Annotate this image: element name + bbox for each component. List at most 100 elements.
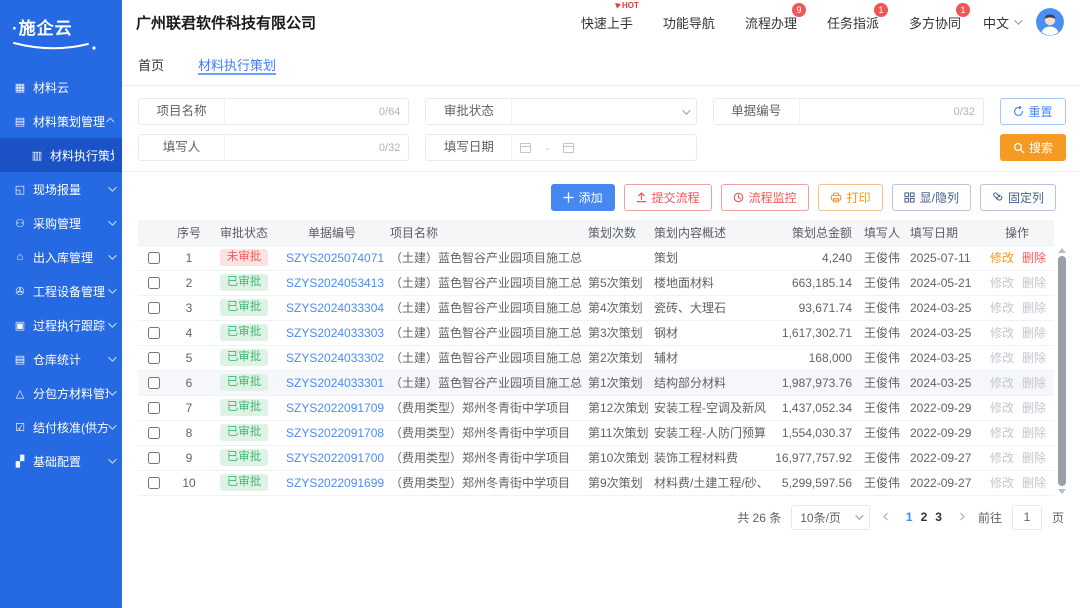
tab-active[interactable]: 材料执行策划 [198,44,276,85]
approval-status-select[interactable] [512,99,695,124]
tab-bar: 首页材料执行策划 [122,44,1080,86]
sidebar-item-purchase[interactable]: ⚇采购管理 [0,206,122,240]
nav-item[interactable]: 功能导航 [663,13,715,32]
row-amount: 1,987,973.76 [766,370,858,395]
char-counter: 0/64 [379,106,400,118]
row-checkbox[interactable] [148,252,160,264]
goto-page-input[interactable] [1012,505,1042,530]
language-switcher[interactable]: 中文 [983,13,1020,32]
nav-item[interactable]: 流程办理9 [745,13,797,32]
row-checkbox[interactable] [148,452,160,464]
user-avatar[interactable] [1036,8,1064,36]
scroll-down-icon[interactable] [1058,489,1066,494]
search-button[interactable]: 搜索 [1000,134,1066,161]
delete-action[interactable]: 删除 [1022,276,1046,290]
print-button[interactable]: 打印 [818,184,883,211]
page-number-3[interactable]: 3 [931,510,946,524]
document-number-link[interactable]: SZYS2024033302 [286,351,384,365]
sidebar-item-approve[interactable]: ☑结付核准(供方报) [0,410,122,444]
tab-item[interactable]: 首页 [138,44,164,85]
edit-action[interactable]: 修改 [990,451,1014,465]
sidebar-item-equipment[interactable]: ✇工程设备管理 [0,274,122,308]
writer-field[interactable]: 填写人 0/32 [138,134,409,161]
project-name-input[interactable]: 0/64 [225,99,408,124]
row-checkbox[interactable] [148,427,160,439]
reset-icon [1013,106,1024,117]
document-number-link[interactable]: SZYS2022091709 [286,401,384,415]
sidebar-item-warehouse[interactable]: ⌂出入库管理 [0,240,122,274]
delete-action[interactable]: 删除 [1022,476,1046,490]
document-number-link[interactable]: SZYS2025074071 [286,251,384,265]
row-status-cell: 已审批 [208,320,280,345]
sidebar-item-doc[interactable]: ▥材料执行策划 [0,138,122,172]
row-checkbox[interactable] [148,302,160,314]
nav-item[interactable]: 多方协同1 [909,13,961,32]
document-number-link[interactable]: SZYS2022091699 [286,476,384,490]
page-size-select[interactable]: 10条/页 [791,505,870,530]
document-number-link[interactable]: SZYS2024033304 [286,301,384,315]
row-checkbox[interactable] [148,277,160,289]
document-number-link[interactable]: SZYS2022091700 [286,451,384,465]
col-actions: 操作 [980,220,1054,245]
next-page-button[interactable] [956,510,968,524]
sidebar-item-stats[interactable]: ▤仓库统计 [0,342,122,376]
delete-action[interactable]: 删除 [1022,401,1046,415]
edit-action[interactable]: 修改 [990,351,1014,365]
submit-process-button[interactable]: 提交流程 [624,184,712,211]
sidebar-item-grid[interactable]: ▦材料云 [0,70,122,104]
document-number-link[interactable]: SZYS2022091708 [286,426,384,440]
document-number-input[interactable]: 0/32 [800,99,983,124]
process-monitor-button[interactable]: 流程监控 [721,184,809,211]
row-date: 2022-09-29 [904,420,980,445]
document-number-link[interactable]: SZYS2024033301 [286,376,384,390]
delete-action[interactable]: 删除 [1022,251,1046,265]
project-name-field[interactable]: 项目名称 0/64 [138,98,409,125]
nav-item[interactable]: 快速上手HOT [581,13,633,32]
document-number-field[interactable]: 单据编号 0/32 [713,98,984,125]
row-date: 2024-03-25 [904,320,980,345]
document-number-link[interactable]: SZYS2024053413 [286,276,384,290]
vertical-scrollbar[interactable] [1057,248,1066,494]
page-number-1[interactable]: 1 [902,510,917,524]
row-checkbox[interactable] [148,377,160,389]
delete-action[interactable]: 删除 [1022,351,1046,365]
pin-columns-button[interactable]: 固定列 [980,184,1056,211]
edit-action[interactable]: 修改 [990,426,1014,440]
edit-action[interactable]: 修改 [990,251,1014,265]
fill-date-range[interactable]: - [512,135,695,160]
nav-item[interactable]: 任务指派1 [827,13,879,32]
edit-action[interactable]: 修改 [990,376,1014,390]
approval-status-field[interactable]: 审批状态 [425,98,696,125]
show-hide-columns-button[interactable]: 显/隐列 [892,184,971,211]
main-area: 广州联君软件科技有限公司 快速上手HOT功能导航流程办理9任务指派1多方协同1 … [122,0,1080,608]
scrollbar-thumb[interactable] [1058,256,1066,486]
edit-action[interactable]: 修改 [990,276,1014,290]
grid-icon: ▦ [13,81,27,94]
edit-action[interactable]: 修改 [990,476,1014,490]
delete-action[interactable]: 删除 [1022,301,1046,315]
prev-page-button[interactable] [880,510,892,524]
delete-action[interactable]: 删除 [1022,376,1046,390]
edit-action[interactable]: 修改 [990,401,1014,415]
sidebar-item-track[interactable]: ▣过程执行跟踪 [0,308,122,342]
page-number-2[interactable]: 2 [917,510,932,524]
sidebar-item-plan[interactable]: ▤材料策划管理 [0,104,122,138]
sidebar-item-subcontract[interactable]: △分包方材料管理 [0,376,122,410]
row-checkbox[interactable] [148,327,160,339]
scroll-up-icon[interactable] [1058,248,1066,253]
row-checkbox[interactable] [148,477,160,489]
reset-button[interactable]: 重置 [1000,98,1066,125]
edit-action[interactable]: 修改 [990,301,1014,315]
document-number-link[interactable]: SZYS2024033303 [286,326,384,340]
sidebar-item-site-report[interactable]: ◱现场报量 [0,172,122,206]
add-button[interactable]: 添加 [551,184,615,211]
delete-action[interactable]: 删除 [1022,451,1046,465]
sidebar-item-config[interactable]: ▞基础配置 [0,444,122,478]
edit-action[interactable]: 修改 [990,326,1014,340]
row-checkbox[interactable] [148,402,160,414]
delete-action[interactable]: 删除 [1022,326,1046,340]
writer-input[interactable]: 0/32 [225,135,408,160]
delete-action[interactable]: 删除 [1022,426,1046,440]
row-checkbox[interactable] [148,352,160,364]
fill-date-field[interactable]: 填写日期 - [425,134,696,161]
